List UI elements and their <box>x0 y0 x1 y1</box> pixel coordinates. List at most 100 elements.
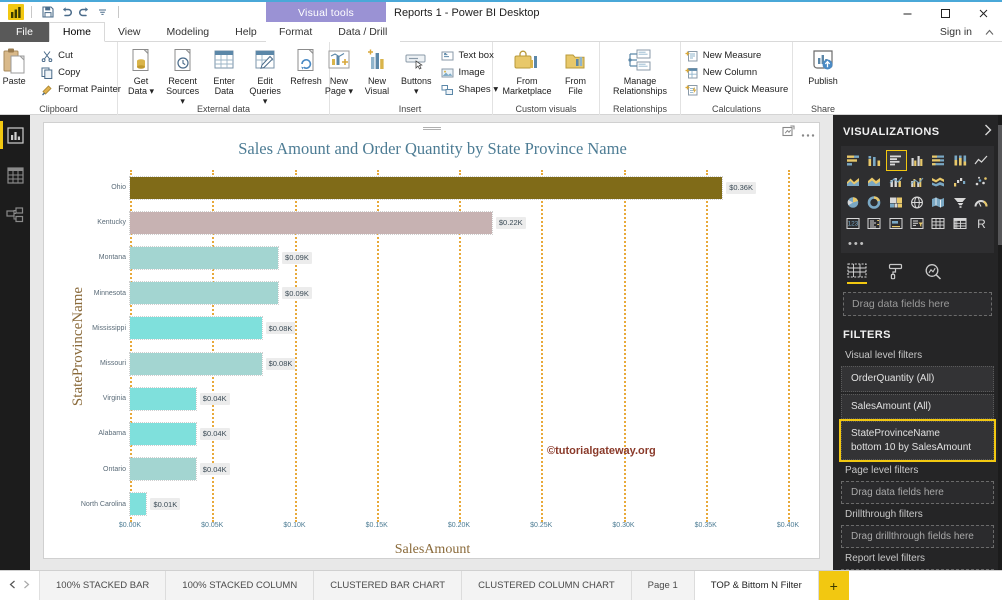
bar[interactable] <box>130 423 196 445</box>
panel-scrollbar[interactable] <box>998 115 1002 570</box>
recent-sources-button[interactable]: Recent Sources ▾ <box>160 45 205 107</box>
new-visual-button[interactable]: New Visual <box>358 45 396 97</box>
bar[interactable] <box>130 212 492 234</box>
bar[interactable] <box>130 317 262 339</box>
bar-row[interactable]: Virginia$0.04K <box>130 388 788 410</box>
bar[interactable] <box>130 388 196 410</box>
ribbon-tab-data-drill[interactable]: Data / Drill <box>325 22 400 42</box>
paint-roller-icon[interactable] <box>887 263 904 284</box>
pie-chart-icon[interactable] <box>844 193 863 212</box>
bar[interactable] <box>130 247 278 269</box>
bar[interactable] <box>130 177 722 199</box>
map-icon[interactable] <box>908 193 927 212</box>
bar[interactable] <box>130 353 262 375</box>
card-icon[interactable]: 123 <box>844 214 863 233</box>
bar-row[interactable]: Missouri$0.08K <box>130 353 788 375</box>
page-tab[interactable]: Page 1 <box>632 571 695 600</box>
minimize-icon[interactable] <box>888 2 926 24</box>
paste-button[interactable]: Paste <box>0 45 36 87</box>
bar-row[interactable]: Montana$0.09K <box>130 247 788 269</box>
from-file-button[interactable]: From File <box>557 45 595 97</box>
save-icon[interactable] <box>39 3 57 21</box>
ribbon-tab-home[interactable]: Home <box>49 22 105 42</box>
chevron-right-icon[interactable] <box>984 124 992 139</box>
chart-visual[interactable]: Sales Amount and Order Quantity by State… <box>43 122 820 559</box>
enter-data-button[interactable]: Enter Data <box>205 45 243 97</box>
new-page-button[interactable]: New Page ▾ <box>320 45 358 97</box>
table-icon[interactable] <box>929 214 948 233</box>
collapse-ribbon-icon[interactable] <box>985 22 994 42</box>
100-percent-stacked-column-chart-icon[interactable] <box>950 151 969 170</box>
multi-row-card-icon[interactable] <box>865 214 884 233</box>
get-data-button[interactable]: Get Data ▾ <box>122 45 160 97</box>
clustered-bar-chart-icon[interactable] <box>887 151 906 170</box>
more-visuals-icon[interactable]: ••• <box>841 238 994 253</box>
slicer-icon[interactable] <box>908 214 927 233</box>
edit-queries-button[interactable]: Edit Queries ▾ <box>243 45 287 107</box>
sign-in-button[interactable]: Sign in <box>940 22 972 42</box>
copy-button[interactable]: Copy <box>36 64 125 81</box>
ribbon-tab-help[interactable]: Help <box>222 22 270 42</box>
bar-row[interactable]: Ohio$0.36K <box>130 177 788 199</box>
r-script-visual-icon[interactable]: R <box>972 214 991 233</box>
funnel-chart-icon[interactable] <box>950 193 969 212</box>
new-measure-button[interactable]: New Measure <box>681 47 793 64</box>
kpi-icon[interactable] <box>887 214 906 233</box>
treemap-icon[interactable] <box>887 193 906 212</box>
bar-row[interactable]: North Carolina$0.01K <box>130 493 788 515</box>
line-chart-icon[interactable] <box>972 151 991 170</box>
cut-button[interactable]: Cut <box>36 47 125 64</box>
close-icon[interactable] <box>964 2 1002 24</box>
donut-chart-icon[interactable] <box>865 193 884 212</box>
bar-row[interactable]: Minnesota$0.09K <box>130 282 788 304</box>
manage-relationships-button[interactable]: Manage Relationships <box>607 45 673 97</box>
analytics-magnifier-icon[interactable] <box>924 263 942 284</box>
waterfall-chart-icon[interactable] <box>950 172 969 191</box>
ribbon-tab-file[interactable]: File <box>0 22 49 42</box>
field-dropzone[interactable]: Drag data fields here <box>843 292 992 316</box>
bar-row[interactable]: Mississippi$0.08K <box>130 317 788 339</box>
line-stacked-column-chart-icon[interactable] <box>887 172 906 191</box>
filter-card[interactable]: StateProvinceNamebottom 10 by SalesAmoun… <box>841 421 994 460</box>
bar[interactable] <box>130 458 196 480</box>
gauge-icon[interactable] <box>972 193 991 212</box>
redo-icon[interactable] <box>75 3 93 21</box>
ribbon-tab-format[interactable]: Format <box>266 22 325 42</box>
prev-page-icon[interactable] <box>9 580 16 591</box>
maximize-icon[interactable] <box>926 2 964 24</box>
stacked-bar-chart-icon[interactable] <box>844 151 863 170</box>
filter-dropzone[interactable]: Drag drillthrough fields here <box>841 525 994 548</box>
bar-row[interactable]: Alabama$0.04K <box>130 423 788 445</box>
page-tab[interactable]: 100% STACKED COLUMN <box>166 571 314 600</box>
undo-icon[interactable] <box>57 3 75 21</box>
publish-button[interactable]: Publish <box>803 45 843 87</box>
line-clustered-column-chart-icon[interactable] <box>908 172 927 191</box>
stacked-area-chart-icon[interactable] <box>865 172 884 191</box>
area-chart-icon[interactable] <box>844 172 863 191</box>
ribbon-tab-modeling[interactable]: Modeling <box>154 22 223 42</box>
report-view-icon[interactable] <box>0 115 30 155</box>
bar-row[interactable]: Ontario$0.04K <box>130 458 788 480</box>
add-page-button[interactable]: + <box>819 571 849 600</box>
customize-quick-access-icon[interactable] <box>93 3 111 21</box>
visual-drag-handle[interactable] <box>423 127 441 131</box>
filter-card[interactable]: OrderQuantity (All) <box>841 366 994 392</box>
new-column-button[interactable]: New Column <box>681 64 793 81</box>
100-percent-stacked-bar-chart-icon[interactable] <box>929 151 948 170</box>
next-page-icon[interactable] <box>23 580 30 591</box>
from-marketplace-button[interactable]: From Marketplace <box>497 45 556 97</box>
buttons-button[interactable]: Buttons ▾ <box>396 45 437 97</box>
new-quick-measure-button[interactable]: New Quick Measure <box>681 81 793 98</box>
filter-card[interactable]: SalesAmount (All) <box>841 394 994 420</box>
matrix-icon[interactable] <box>950 214 969 233</box>
filled-map-icon[interactable] <box>929 193 948 212</box>
page-tab[interactable]: TOP & Bittom N Filter <box>695 571 819 600</box>
page-tab[interactable]: CLUSTERED BAR CHART <box>314 571 462 600</box>
page-tab[interactable]: CLUSTERED COLUMN CHART <box>462 571 632 600</box>
ribbon-chart-icon[interactable] <box>929 172 948 191</box>
format-painter-button[interactable]: Format Painter <box>36 81 125 98</box>
page-tab[interactable]: 100% STACKED BAR <box>40 571 166 600</box>
fields-tab[interactable] <box>847 263 867 284</box>
model-view-icon[interactable] <box>0 195 30 235</box>
filter-dropzone[interactable]: Drag data fields here <box>841 481 994 504</box>
